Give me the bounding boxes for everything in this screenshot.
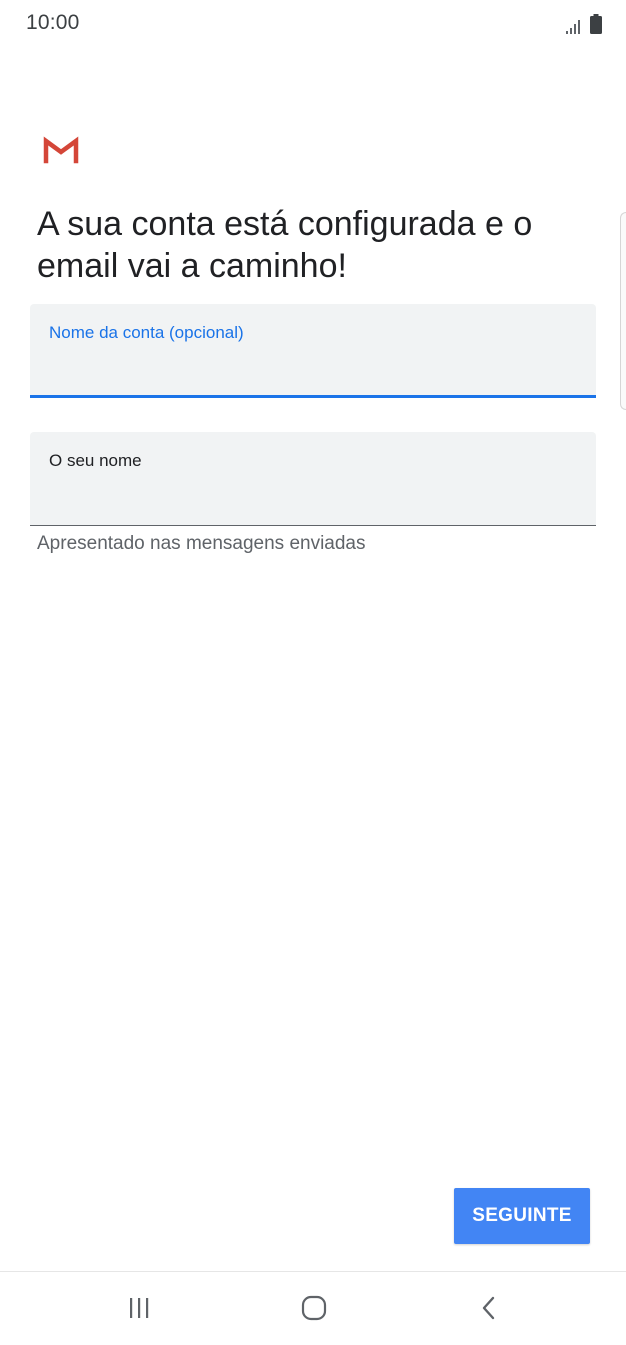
home-icon <box>301 1295 327 1321</box>
navigation-bar <box>0 1271 626 1345</box>
next-button[interactable]: SEGUINTE <box>454 1188 590 1244</box>
home-button[interactable] <box>284 1286 344 1330</box>
back-icon <box>482 1296 495 1320</box>
account-name-input[interactable] <box>49 352 569 384</box>
battery-icon <box>590 14 602 34</box>
gmail-logo <box>43 136 79 164</box>
status-bar: 10:00 <box>0 0 626 48</box>
account-name-field[interactable]: Nome da conta (opcional) <box>30 304 596 398</box>
your-name-label: O seu nome <box>49 451 142 470</box>
your-name-input[interactable] <box>49 480 569 512</box>
page-title: A sua conta está configurada e o email v… <box>37 205 533 285</box>
edge-panel-handle[interactable] <box>620 212 626 410</box>
account-name-label: Nome da conta (opcional) <box>49 323 244 342</box>
signal-icon <box>566 20 580 34</box>
recents-icon <box>130 1298 149 1318</box>
back-button[interactable] <box>459 1286 519 1330</box>
your-name-helper: Apresentado nas mensagens enviadas <box>37 533 366 554</box>
status-time: 10:00 <box>26 11 80 34</box>
recents-button[interactable] <box>109 1286 169 1330</box>
your-name-field[interactable]: O seu nome <box>30 432 596 526</box>
status-icons <box>566 12 602 34</box>
